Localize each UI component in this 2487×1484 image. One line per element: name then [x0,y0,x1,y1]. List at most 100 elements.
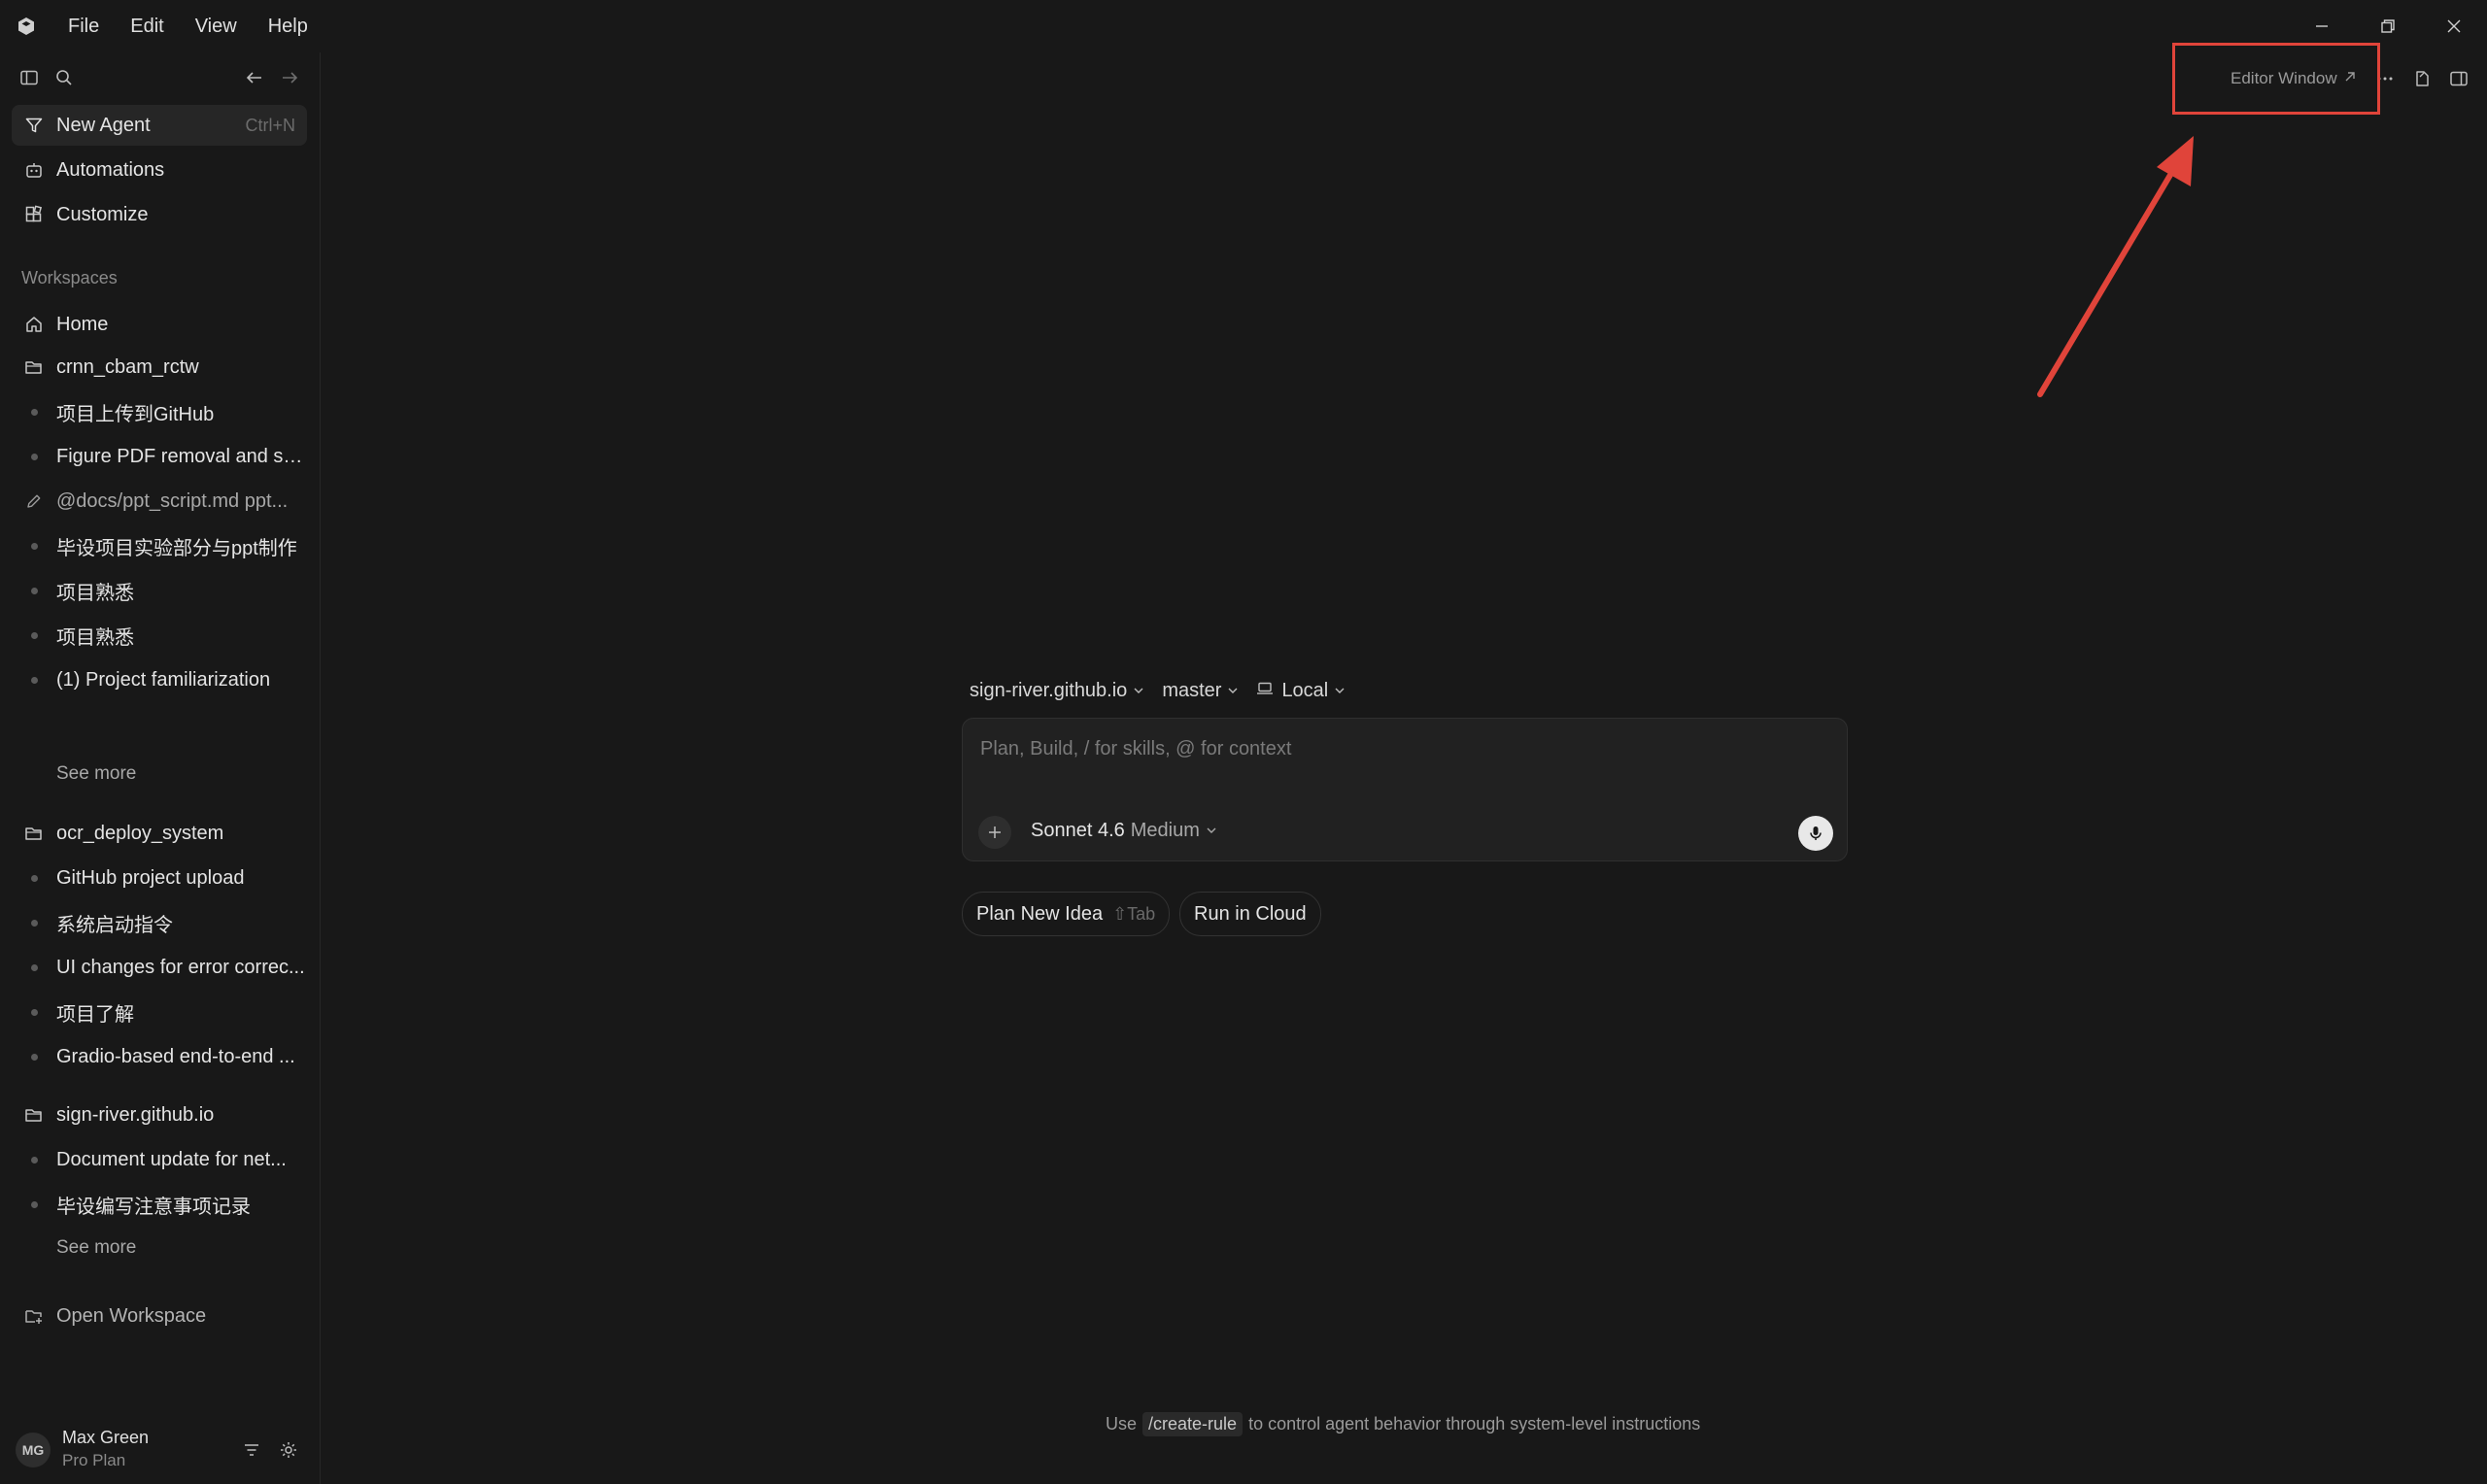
conversation-item[interactable]: 毕设项目实验部分与ppt制作 [12,525,307,566]
status-dot [30,408,38,416]
laptop-icon [1256,680,1274,702]
plan-shortcut-hint: ⇧Tab [1112,903,1156,924]
status-dot [30,587,38,594]
customize-label: Customize [56,203,149,225]
search-icon[interactable] [51,64,78,91]
blocks-icon [23,204,45,225]
conversation-item[interactable]: GitHub project upload [12,858,307,898]
chevron-down-icon [1334,680,1346,702]
menu-file[interactable]: File [52,0,115,52]
chevron-down-icon [1133,680,1144,702]
repo-selector[interactable]: sign-river.github.io [970,680,1144,702]
conversation-title: Figure PDF removal and sc... [56,445,307,467]
home-label: Home [56,313,109,335]
workspace-name: ocr_deploy_system [56,822,224,844]
conversation-item[interactable]: 项目上传到GitHub [12,391,307,432]
branch-selector[interactable]: master [1162,680,1239,702]
conversation-title: 项目了解 [56,1003,134,1026]
folder-open-icon [23,356,45,378]
sidebar-item-automations[interactable]: Automations [12,150,307,190]
status-dot [30,631,38,639]
workspace-folder[interactable]: ocr_deploy_system [12,813,307,854]
conversation-title: 项目熟悉 [56,626,134,649]
filter-lines-icon[interactable] [239,1437,264,1463]
tip-suffix: to control agent behavior through system… [1248,1414,1701,1433]
conversation-item[interactable]: Gradio-based end-to-end ... [12,1036,307,1077]
status-dot [30,453,38,460]
status-dot [30,963,38,971]
sidebar: New Agent Ctrl+N Automations Customize W… [0,52,321,1484]
composer-box: Sonnet 4.6 Medium [962,718,1848,861]
title-bar: File Edit View Help [0,0,2487,52]
toggle-sidebar-icon[interactable] [16,64,43,91]
conversation-item[interactable]: (1) Project familiarization [12,659,307,700]
sidebar-item-customize[interactable]: Customize [12,194,307,235]
conversation-item[interactable]: 毕设编写注意事项记录 [12,1184,307,1225]
conversation-title: 毕设编写注意事项记录 [56,1196,251,1218]
conversation-item[interactable]: @docs/ppt_script.md ppt... [12,481,307,522]
microphone-icon [1810,826,1822,840]
see-more-link[interactable]: See more [56,1237,136,1259]
new-agent-label: New Agent [56,114,151,136]
workspace-name: crnn_cbam_rctw [56,355,199,378]
plan-new-idea-button[interactable]: Plan New Idea ⇧Tab [962,892,1171,936]
conversation-title: Document update for net... [56,1148,287,1170]
open-workspace-label: Open Workspace [56,1304,207,1327]
close-icon [2447,19,2461,33]
robot-icon [23,159,45,181]
back-arrow-icon[interactable] [241,64,268,91]
conversation-item[interactable]: Document update for net... [12,1139,307,1180]
app-window: File Edit View Help New Agent Ctrl+N Aut… [0,0,2487,1484]
add-context-button[interactable] [978,816,1011,849]
filter-funnel-icon [23,115,45,136]
workspace-folder[interactable]: sign-river.github.io [12,1095,307,1135]
new-agent-button[interactable]: New Agent Ctrl+N [12,105,307,146]
conversation-title: GitHub project upload [56,866,245,889]
status-dot [30,1008,38,1016]
new-file-icon[interactable] [2407,64,2436,93]
chevron-down-icon [1206,820,1217,842]
see-more-link[interactable]: See more [56,763,136,785]
conversation-item[interactable]: UI changes for error correc... [12,947,307,988]
conversation-title: 系统启动指令 [56,914,173,936]
toggle-panel-icon[interactable] [2444,64,2473,93]
minimize-icon [2316,25,2328,27]
model-effort: Medium [1130,820,1200,841]
menu-view[interactable]: View [180,0,253,52]
model-name: Sonnet 4.6 [1031,820,1125,841]
microphone-button[interactable] [1798,816,1833,851]
forward-arrow-icon[interactable] [276,64,303,91]
plus-icon [989,826,1001,838]
conversation-item[interactable]: 项目熟悉 [12,570,307,611]
menu-edit[interactable]: Edit [115,0,179,52]
chevron-down-icon [1227,680,1239,702]
workspace-folder[interactable]: crnn_cbam_rctw [12,347,307,388]
location-name: Local [1281,679,1329,701]
close-button[interactable] [2421,0,2487,52]
gear-icon[interactable] [276,1437,301,1463]
location-selector[interactable]: Local [1256,680,1346,702]
conversation-title: (1) Project familiarization [56,668,271,691]
conversation-item[interactable]: 系统启动指令 [12,902,307,943]
status-dot [30,1156,38,1164]
plan-new-idea-label: Plan New Idea [976,902,1104,925]
conversation-item[interactable]: Figure PDF removal and sc... [12,436,307,477]
conversation-title: 项目熟悉 [56,582,134,604]
conversation-item[interactable]: 项目了解 [12,992,307,1032]
open-workspace-button[interactable]: Open Workspace [12,1296,307,1336]
avatar[interactable]: MG [16,1433,51,1467]
workspace-name: sign-river.github.io [56,1103,215,1126]
model-selector[interactable]: Sonnet 4.6 Medium [1031,820,1217,842]
sidebar-item-home[interactable]: Home [12,304,307,345]
annotation-highlight-box [2172,43,2380,115]
run-in-cloud-button[interactable]: Run in Cloud [1179,892,1321,936]
conversation-item[interactable]: 项目熟悉 [12,615,307,656]
branch-name: master [1162,679,1222,701]
user-profile[interactable]: MG Max Green Pro Plan [0,1416,321,1484]
prompt-input[interactable] [980,734,1816,763]
automations-label: Automations [56,158,165,181]
menu-help[interactable]: Help [253,0,324,52]
composer-context-bar: sign-river.github.io master Local [970,676,1363,705]
new-agent-shortcut: Ctrl+N [245,115,295,135]
status-dot [30,919,38,927]
